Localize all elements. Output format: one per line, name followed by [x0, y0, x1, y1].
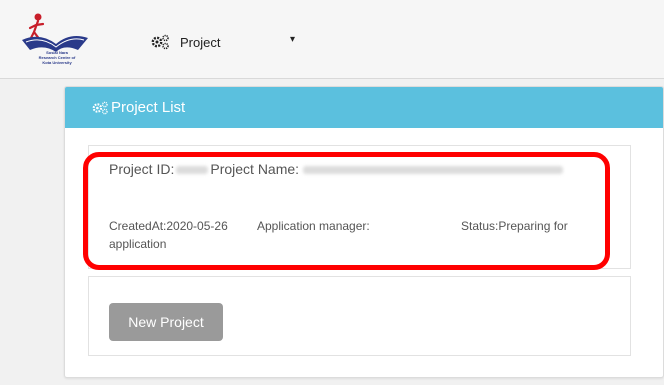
created-at: CreatedAt:2020-05-26	[109, 219, 228, 233]
panel-title: Project List	[111, 99, 186, 116]
project-status: Status:Preparing for	[461, 219, 568, 233]
project-status-continued: application	[109, 237, 167, 251]
panel-heading: Project List	[65, 87, 663, 128]
nav-project-menu[interactable]: Project	[150, 31, 220, 53]
project-list-panel: Project List Project ID: Project Name: Cr…	[64, 86, 664, 378]
gears-icon	[92, 101, 108, 114]
top-navbar: Sosial Nara Research Centre of Kota Univ…	[0, 0, 664, 79]
new-project-button[interactable]: New Project	[109, 303, 223, 341]
project-id-label: Project ID:	[109, 161, 175, 177]
redacted-project-id	[176, 166, 209, 175]
chevron-down-icon[interactable]: ▾	[290, 34, 295, 45]
logo-caption: Sosial Nara Research Centre of Kota Univ…	[18, 50, 96, 65]
panel-footer: New Project	[88, 276, 631, 356]
project-name-label: Project Name:	[210, 161, 300, 177]
logo-caption-line-3: Kota University	[42, 60, 72, 65]
nav-project-label: Project	[180, 34, 221, 50]
redacted-project-name	[303, 166, 564, 175]
project-id-line: Project ID: Project Name:	[109, 161, 564, 177]
application-manager: Application manager:	[257, 219, 370, 233]
organization-logo[interactable]: Sosial Nara Research Centre of Kota Univ…	[18, 10, 96, 72]
project-card[interactable]: Project ID: Project Name: CreatedAt:2020-…	[88, 145, 631, 269]
gears-icon	[151, 34, 169, 50]
